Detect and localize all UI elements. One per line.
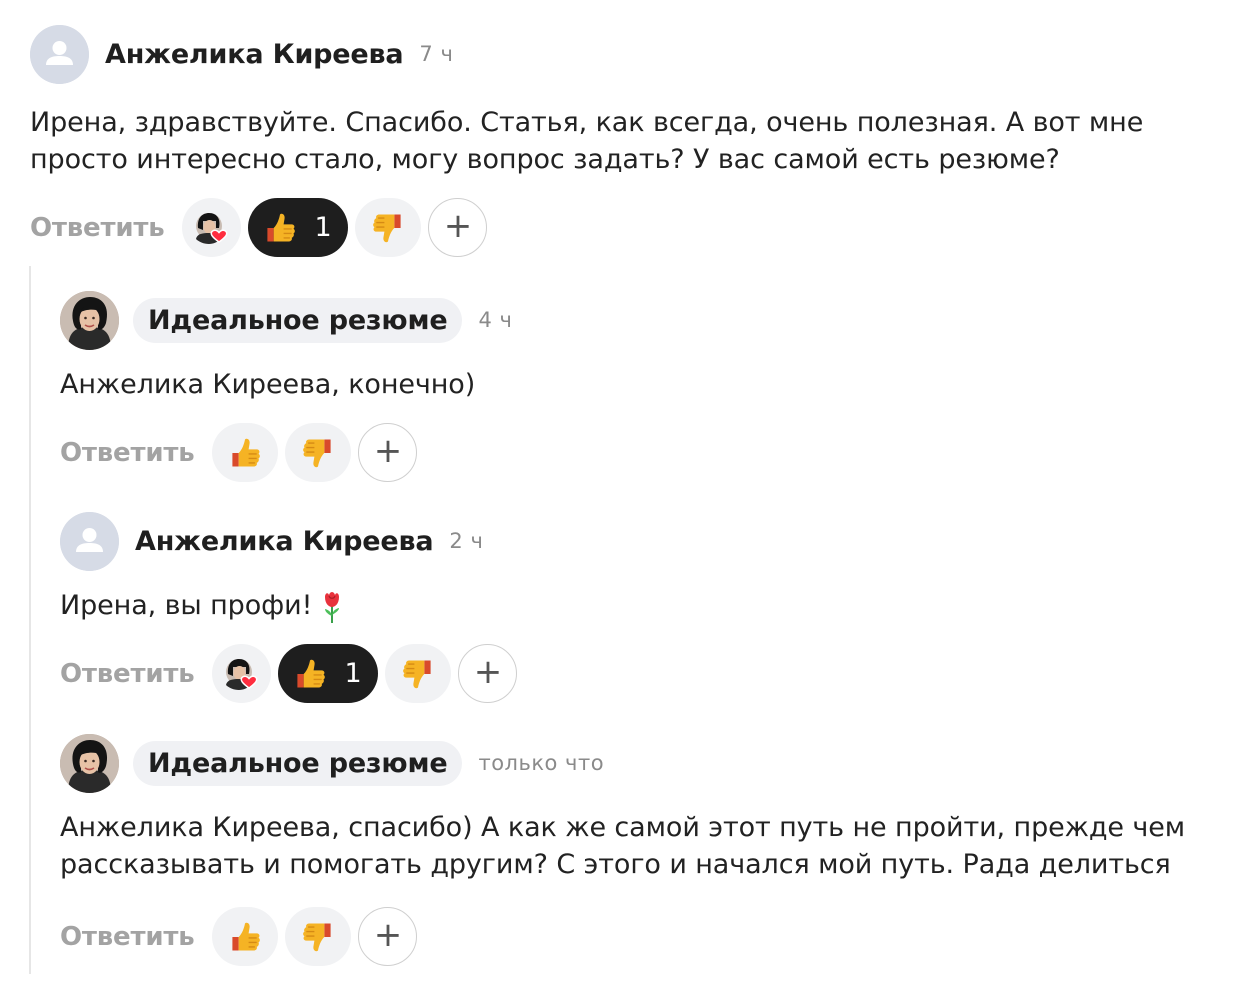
thumbs-down-icon xyxy=(300,435,336,471)
reactor-avatar-heart-icon xyxy=(222,654,262,694)
add-reaction-button[interactable]: + xyxy=(358,423,418,482)
reactors-button[interactable] xyxy=(212,644,272,703)
comment-text: Анжелика Киреева, спасибо) А как же само… xyxy=(60,812,1186,880)
comments-page: Анжелика Киреева 7 ч Ирена, здравствуйте… xyxy=(0,0,1240,990)
comment-text-row: Ирена, вы профи! xyxy=(60,587,1220,624)
rose-icon xyxy=(320,590,344,624)
thumbs-up-icon xyxy=(227,435,263,471)
plus-icon: + xyxy=(443,206,473,246)
comment-text: Ирена, вы профи! xyxy=(60,590,313,621)
comment-header: Анжелика Киреева 2 ч xyxy=(60,511,1220,571)
comment-time: 4 ч xyxy=(478,308,513,332)
author-avatar[interactable] xyxy=(60,733,119,793)
comment-2: Идеальное резюме 4 ч Анжелика Киреева, к… xyxy=(60,290,1220,482)
dislike-reaction-button[interactable] xyxy=(285,423,352,482)
plus-icon: + xyxy=(373,431,403,471)
like-reaction-button[interactable]: 1 xyxy=(278,644,379,703)
comment-time: 7 ч xyxy=(419,42,454,66)
like-count: 1 xyxy=(314,212,332,243)
reactors-button[interactable] xyxy=(182,198,242,257)
plus-icon: + xyxy=(373,915,403,955)
plus-icon: + xyxy=(473,652,503,692)
comment-header: Анжелика Киреева 7 ч xyxy=(30,24,1220,84)
like-count: 1 xyxy=(344,658,362,689)
reply-button[interactable]: Ответить xyxy=(30,213,165,243)
comment-header: Идеальное резюме только что xyxy=(60,733,1220,793)
comment-time: только что xyxy=(478,751,605,775)
comment-4: Идеальное резюме только что Анжелика Кир… xyxy=(60,733,1220,966)
avatar-placeholder-icon[interactable] xyxy=(30,24,89,84)
thread-line xyxy=(29,266,31,974)
thumbs-down-icon xyxy=(300,919,336,955)
reactor-avatar-heart-icon xyxy=(192,208,232,248)
like-reaction-button[interactable] xyxy=(212,423,279,482)
comment-actions: Ответить 1 + xyxy=(30,198,1220,257)
thumbs-down-icon xyxy=(400,656,436,692)
comment-1: Анжелика Киреева 7 ч Ирена, здравствуйте… xyxy=(30,24,1220,257)
thumbs-up-icon xyxy=(262,210,298,246)
dislike-reaction-button[interactable] xyxy=(285,907,352,966)
comment-time: 2 ч xyxy=(449,529,484,553)
comment-actions: Ответить + xyxy=(60,423,1220,482)
add-reaction-button[interactable]: + xyxy=(358,907,418,966)
dislike-reaction-button[interactable] xyxy=(355,198,422,257)
author-name[interactable]: Идеальное резюме xyxy=(133,740,463,786)
author-name[interactable]: Идеальное резюме xyxy=(133,297,463,343)
comment-text: Ирена, здравствуйте. Спасибо. Статья, ка… xyxy=(30,107,1144,175)
comment-actions: Ответить 1 + xyxy=(60,644,1220,703)
like-reaction-button[interactable] xyxy=(212,907,279,966)
add-reaction-button[interactable]: + xyxy=(428,198,488,257)
dislike-reaction-button[interactable] xyxy=(385,644,452,703)
author-name[interactable]: Анжелика Киреева xyxy=(135,526,434,557)
add-reaction-button[interactable]: + xyxy=(458,644,518,703)
comment-text: Анжелика Киреева, конечно) xyxy=(60,369,476,400)
reply-button[interactable]: Ответить xyxy=(60,659,195,689)
thumbs-up-icon xyxy=(292,656,328,692)
avatar-placeholder-icon[interactable] xyxy=(60,511,119,571)
comment-actions: Ответить + xyxy=(60,907,1220,966)
like-reaction-button[interactable]: 1 xyxy=(248,198,349,257)
reply-button[interactable]: Ответить xyxy=(60,438,195,468)
author-avatar[interactable] xyxy=(60,290,119,350)
thumbs-up-icon xyxy=(227,919,263,955)
reply-button[interactable]: Ответить xyxy=(60,922,195,952)
author-name[interactable]: Анжелика Киреева xyxy=(105,39,404,70)
comment-3: Анжелика Киреева 2 ч Ирена, вы профи! От… xyxy=(60,511,1220,703)
thumbs-down-icon xyxy=(370,210,406,246)
comment-header: Идеальное резюме 4 ч xyxy=(60,290,1220,350)
